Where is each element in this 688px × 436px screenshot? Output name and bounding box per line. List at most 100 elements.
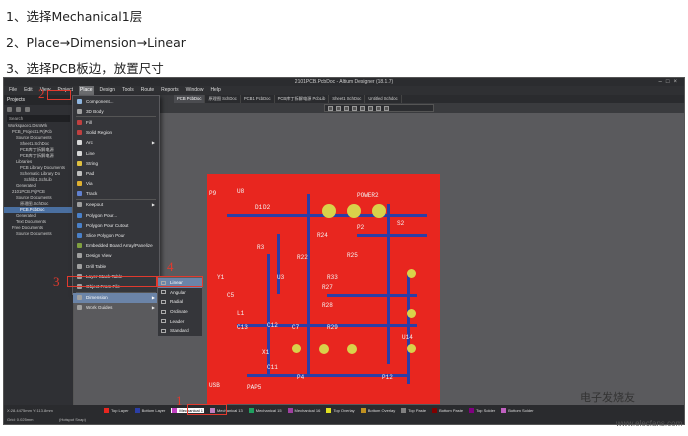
menu-item-icon bbox=[77, 233, 82, 239]
place-menu-item-via[interactable]: Via bbox=[73, 179, 159, 189]
menu-item-label: Solid Region bbox=[86, 130, 113, 136]
pcb-silk-label: R29 bbox=[327, 324, 338, 331]
layer-tab-top-solder[interactable]: Top Solder bbox=[469, 407, 495, 413]
doc-tab[interactable]: Sheet1 SchDoc bbox=[329, 95, 366, 103]
place-menu-item-dimension[interactable]: Dimension ▶ bbox=[73, 292, 159, 303]
layer-color-swatch bbox=[287, 407, 293, 413]
filter-icon[interactable] bbox=[328, 105, 333, 111]
place-menu-item-keepout[interactable]: Keepout ▶ bbox=[73, 200, 159, 210]
dimension-leader[interactable]: Leader bbox=[158, 316, 202, 326]
menu-item-icon bbox=[77, 202, 82, 208]
menu-item-label: Work Guides bbox=[86, 305, 113, 311]
text-icon[interactable] bbox=[368, 105, 373, 111]
place-menu-item-work-guides[interactable]: Work Guides ▶ bbox=[73, 303, 159, 313]
place-menu-item-solid-region[interactable]: Solid Region bbox=[73, 128, 159, 138]
pcb-silk-label: R33 bbox=[327, 274, 338, 281]
layer-tab-top-layer[interactable]: Top Layer bbox=[104, 407, 129, 413]
projects-search-input[interactable]: Search bbox=[7, 115, 70, 122]
menu-item-icon bbox=[77, 212, 82, 218]
menu-item-icon bbox=[77, 160, 82, 166]
doc-tab[interactable]: PCB库丁拆解电源 PcbLib bbox=[275, 95, 330, 103]
project-tree-item[interactable]: Source Documents bbox=[4, 231, 73, 237]
menu-edit[interactable]: Edit bbox=[23, 86, 34, 95]
menu-file[interactable]: File bbox=[8, 86, 18, 95]
bottom-trace bbox=[267, 254, 270, 374]
menu-item-label: Component... bbox=[86, 98, 114, 104]
place-menu-item-component[interactable]: Component... bbox=[73, 96, 159, 106]
gear-icon[interactable] bbox=[25, 107, 30, 112]
component-icon[interactable] bbox=[384, 105, 389, 111]
polygon-icon[interactable] bbox=[360, 105, 365, 111]
place-menu-item-arc[interactable]: Arc ▶ bbox=[73, 138, 159, 148]
place-menu-item-embedded-board-array-panelize[interactable]: Embedded Board Array/Panelize bbox=[73, 241, 159, 251]
dimension-type-icon bbox=[161, 309, 166, 314]
dimension-icon[interactable] bbox=[376, 105, 381, 111]
doc-tab[interactable]: Untitled Schdoc bbox=[365, 95, 402, 103]
annotation-3: 3 bbox=[53, 274, 60, 289]
layer-tab-top-paste[interactable]: Top Paste bbox=[401, 407, 426, 413]
place-menu-item-track[interactable]: Track bbox=[73, 189, 159, 199]
tutorial-page: 1、选择Mechanical1层 2、Place→Dimension→Linea… bbox=[0, 0, 688, 436]
folder-icon[interactable] bbox=[16, 107, 21, 112]
layer-tab-mechanical-15[interactable]: Mechanical 15 bbox=[248, 407, 282, 413]
layer-tab-top-overlay[interactable]: Top Overlay bbox=[326, 407, 355, 413]
menu-item-icon bbox=[77, 150, 82, 156]
altium-screenshot: 2101PCB.PcbDoc - Altium Designer (18.1.7… bbox=[3, 77, 685, 425]
select-icon[interactable] bbox=[336, 105, 341, 111]
menu-help[interactable]: Help bbox=[209, 86, 221, 95]
layer-tab-bottom-overlay[interactable]: Bottom Overlay bbox=[360, 407, 396, 413]
doc-tab[interactable]: 原理图 SchDoc bbox=[205, 95, 241, 103]
window-title: 2101PCB.PcbDoc - Altium Designer (18.1.7… bbox=[4, 78, 684, 86]
menu-reports[interactable]: Reports bbox=[160, 86, 180, 95]
place-menu-item-design-view[interactable]: Design View bbox=[73, 251, 159, 261]
layer-tab-mechanical-16[interactable]: Mechanical 16 bbox=[287, 407, 320, 413]
list-icon[interactable] bbox=[7, 107, 12, 112]
layer-color-swatch bbox=[401, 407, 407, 413]
layer-name: Bottom Overlay bbox=[367, 407, 396, 413]
place-menu-highlight-box bbox=[47, 90, 71, 100]
menu-item-icon bbox=[77, 263, 82, 269]
place-menu-item-slice-polygon-pour[interactable]: Slice Polygon Pour bbox=[73, 230, 159, 240]
dimension-angular[interactable]: Angular bbox=[158, 288, 202, 298]
chevron-right-icon: ▶ bbox=[151, 295, 155, 301]
place-menu-item-polygon-pour-cutout[interactable]: Polygon Pour Cutout bbox=[73, 220, 159, 230]
menu-window[interactable]: Window bbox=[185, 86, 205, 95]
window-controls[interactable]: –□× bbox=[659, 78, 681, 86]
layer-tab-bottom-layer[interactable]: Bottom Layer bbox=[134, 407, 165, 413]
place-menu-item-3d-body[interactable]: 3D Body bbox=[73, 106, 159, 116]
doc-tab[interactable]: PCB1 PcbDoc bbox=[241, 95, 275, 103]
menu-place[interactable]: Place bbox=[79, 86, 94, 95]
chevron-right-icon: ▶ bbox=[151, 140, 155, 146]
menu-tools[interactable]: Tools bbox=[121, 86, 135, 95]
pcb-silk-label: R3 bbox=[257, 244, 265, 251]
menu-item-label: Drill Table bbox=[86, 263, 107, 269]
pcb-pad bbox=[347, 344, 357, 354]
place-menu-item-string[interactable]: String bbox=[73, 158, 159, 168]
menu-item-label: Fill bbox=[86, 119, 92, 125]
move-icon[interactable] bbox=[344, 105, 349, 111]
active-bar-toolbar bbox=[324, 104, 434, 112]
place-menu-item-line[interactable]: Line bbox=[73, 148, 159, 158]
pcb-silk-label: L1 bbox=[237, 310, 245, 317]
menu-item-label: String bbox=[86, 160, 99, 166]
place-menu-item-pad[interactable]: Pad bbox=[73, 168, 159, 178]
menu-item-label: Track bbox=[86, 191, 98, 197]
dimension-type-icon bbox=[161, 319, 166, 324]
linear-highlight-box bbox=[157, 276, 203, 287]
menu-item-icon bbox=[77, 253, 82, 259]
place-menu-item-drill-table[interactable]: Drill Table bbox=[73, 261, 159, 271]
pcb-canvas[interactable]: P9 U8 D1 D2 POWER2 P2 S2 R3 R24 R25 U3 R22 R33 R27 R28… bbox=[74, 113, 684, 405]
layer-tab-bottom-paste[interactable]: Bottom Paste bbox=[432, 407, 463, 413]
menu-design[interactable]: Design bbox=[99, 86, 117, 95]
layer-tab-bottom-solder[interactable]: Bottom Solder bbox=[501, 407, 534, 413]
menu-route[interactable]: Route bbox=[140, 86, 155, 95]
dimension-standard[interactable]: Standard bbox=[158, 326, 202, 336]
layer-color-swatch bbox=[501, 407, 507, 413]
dimension-radial[interactable]: Radial bbox=[158, 297, 202, 307]
doc-tab[interactable]: PCB PcbDoc bbox=[174, 95, 206, 103]
place-menu-item-polygon-pour[interactable]: Polygon Pour... bbox=[73, 210, 159, 220]
watermark-site: www.elecfans.com bbox=[616, 419, 683, 428]
place-menu-item-fill[interactable]: Fill bbox=[73, 117, 159, 127]
route-icon[interactable] bbox=[352, 105, 357, 111]
dimension-ordinate[interactable]: Ordinate bbox=[158, 307, 202, 317]
